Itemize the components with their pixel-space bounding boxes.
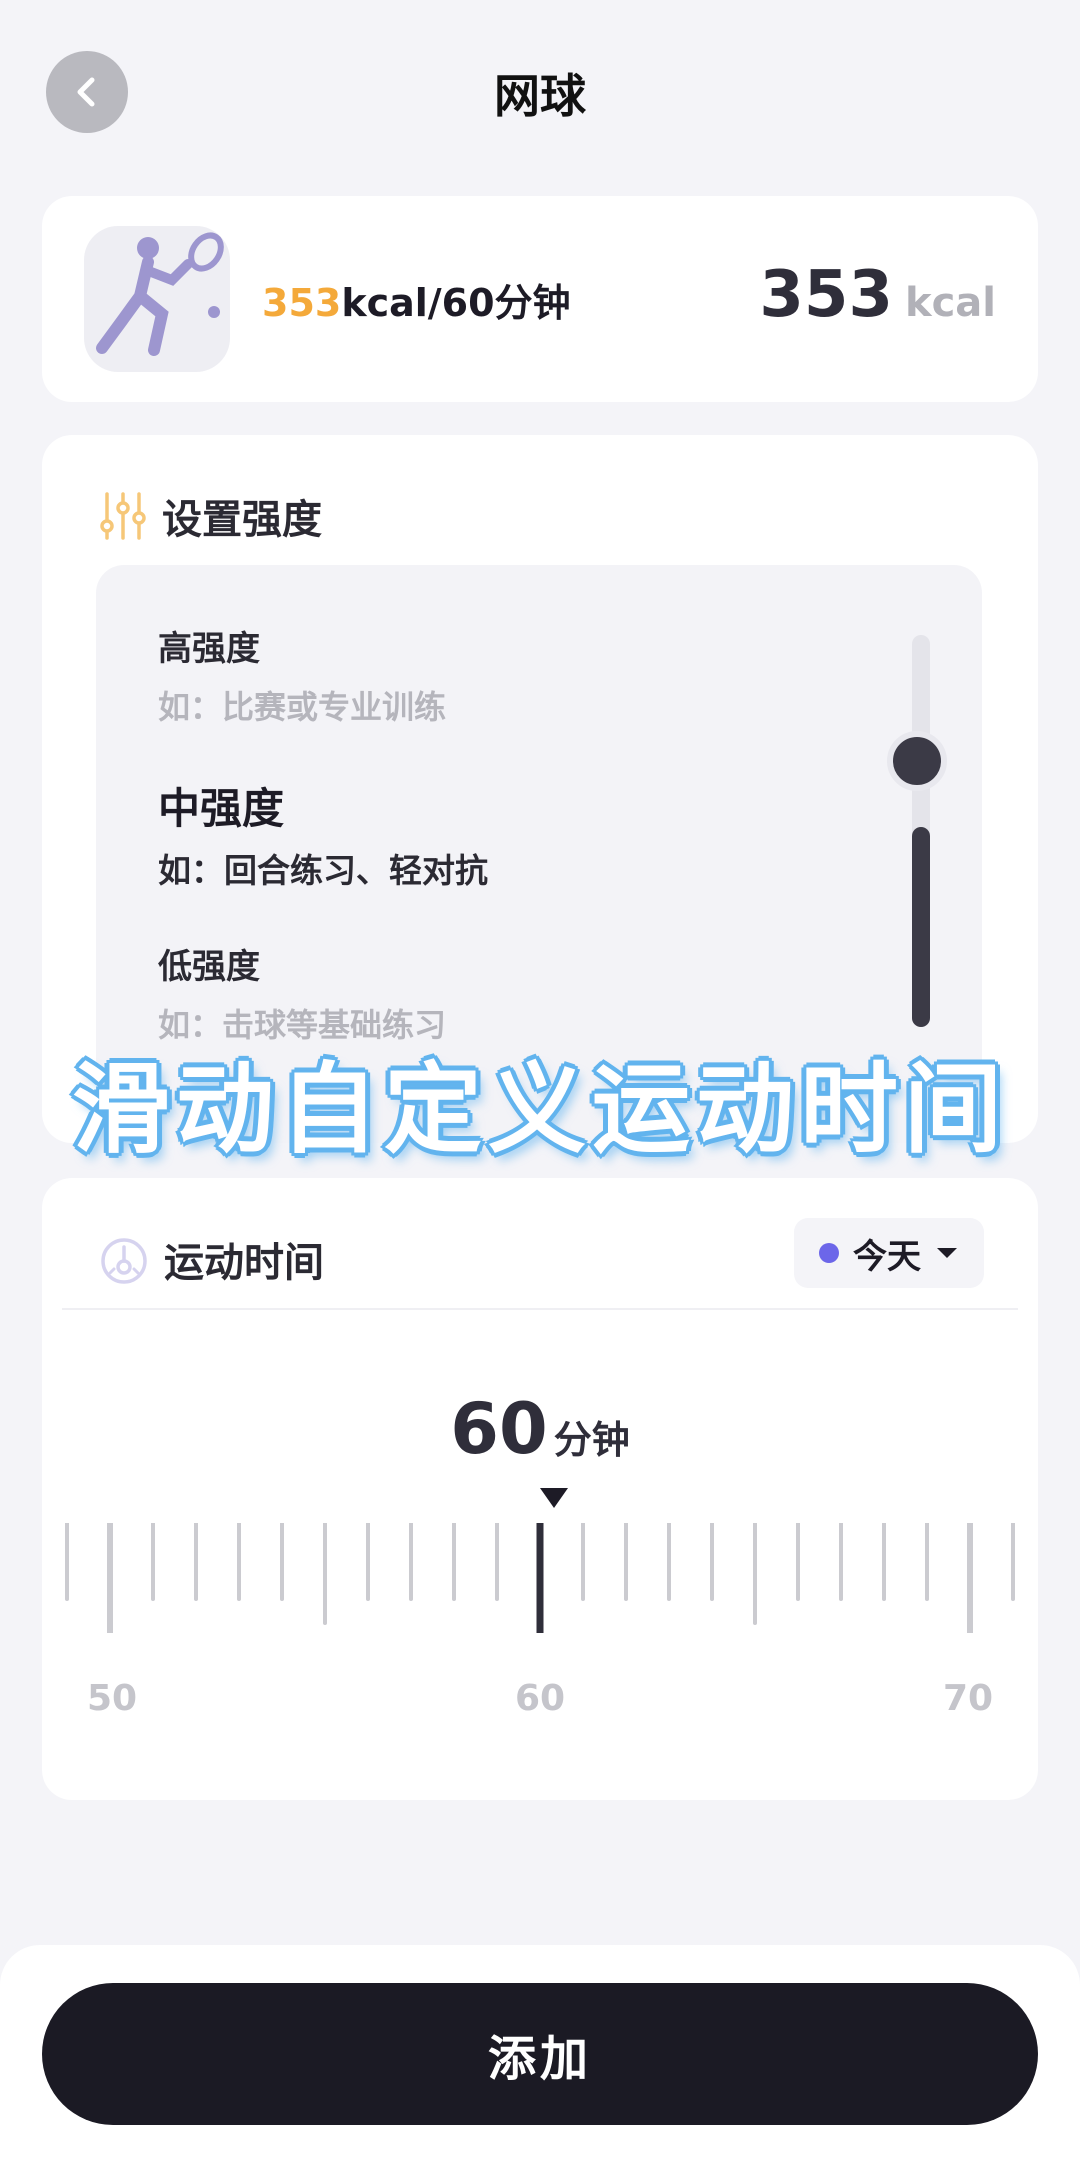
tennis-player-icon bbox=[84, 226, 230, 372]
time-unit: 分钟 bbox=[553, 1418, 630, 1462]
intensity-section-label: 设置强度 bbox=[162, 497, 322, 543]
caret-down-icon bbox=[937, 1248, 957, 1258]
intensity-slider-track[interactable] bbox=[912, 635, 930, 1027]
intensity-option-desc: 如：比赛或专业训练 bbox=[158, 688, 447, 726]
intensity-option-name: 高强度 bbox=[158, 629, 260, 669]
intensity-slider-thumb[interactable] bbox=[887, 731, 947, 791]
ruler-label-min: 50 bbox=[86, 1678, 138, 1719]
calorie-rate: 353kcal/60分钟 bbox=[262, 272, 571, 327]
page-title: 网球 bbox=[494, 69, 586, 123]
add-button-label: 添加 bbox=[487, 2031, 592, 2087]
calorie-total: 353 kcal bbox=[759, 258, 996, 332]
sport-summary-card: 353kcal/60分钟 353 kcal bbox=[42, 196, 1038, 402]
overlay-caption: 滑动自定义运动时间 bbox=[71, 1053, 1008, 1167]
sliders-icon bbox=[100, 492, 146, 540]
add-button[interactable]: 添加 bbox=[42, 1983, 1038, 2125]
calorie-rate-value: 353 bbox=[262, 281, 342, 325]
ruler-label-center: 60 bbox=[514, 1678, 566, 1719]
ruler-label-max: 70 bbox=[942, 1678, 994, 1719]
intensity-option-desc: 如：回合练习、轻对抗 bbox=[158, 851, 488, 890]
intensity-option-name: 中强度 bbox=[158, 784, 285, 833]
time-ruler[interactable] bbox=[42, 1523, 1038, 1633]
time-value: 60 bbox=[450, 1388, 548, 1470]
time-header: 运动时间 bbox=[98, 1230, 324, 1288]
calorie-total-unit: kcal bbox=[904, 280, 996, 326]
intensity-option-high[interactable]: 高强度 如：比赛或专业训练 bbox=[158, 621, 446, 728]
day-dropdown-label: 今天 bbox=[853, 1236, 921, 1277]
intensity-slider-fill bbox=[912, 827, 930, 1027]
ruler-pointer-icon bbox=[540, 1488, 568, 1508]
exercise-time-card: 运动时间 今天 60 分钟 50 60 70 bbox=[42, 1178, 1038, 1800]
day-dropdown[interactable]: 今天 bbox=[794, 1218, 984, 1288]
calorie-total-value: 353 bbox=[759, 258, 893, 332]
time-section-label: 运动时间 bbox=[164, 1240, 324, 1286]
time-readout: 60 分钟 bbox=[42, 1388, 1038, 1470]
intensity-header: 设置强度 bbox=[98, 487, 322, 545]
calorie-rate-suffix: kcal/60分钟 bbox=[341, 281, 571, 325]
stopwatch-icon bbox=[101, 1238, 147, 1284]
divider bbox=[62, 1308, 1018, 1310]
intensity-option-medium[interactable]: 中强度 如：回合练习、轻对抗 bbox=[158, 775, 488, 892]
day-dot-icon bbox=[819, 1243, 839, 1263]
intensity-option-name: 低强度 bbox=[158, 947, 260, 987]
